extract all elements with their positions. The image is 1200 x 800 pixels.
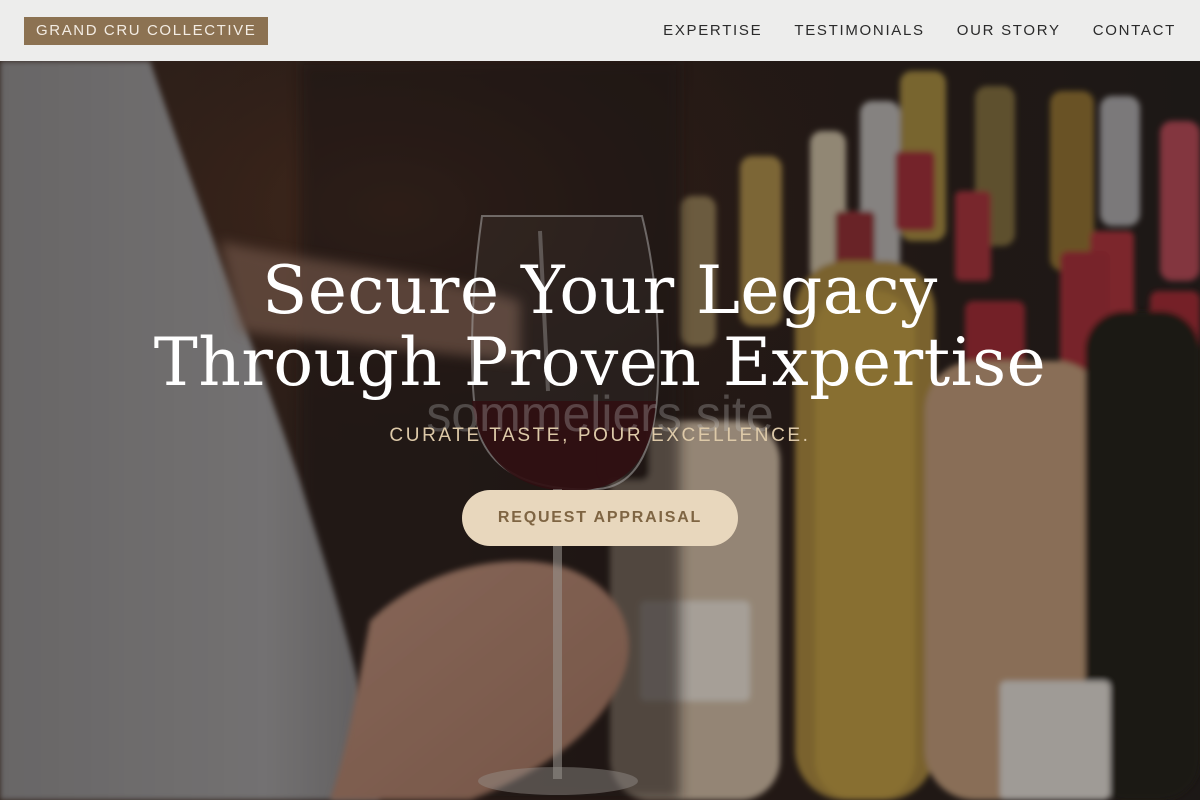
nav-link-testimonials[interactable]: TESTIMONIALS	[794, 21, 924, 41]
top-navbar: GRAND CRU COLLECTIVE EXPERTISE TESTIMONI…	[0, 0, 1200, 61]
request-appraisal-button[interactable]: REQUEST APPRAISAL	[462, 490, 738, 546]
nav-link-our-story[interactable]: OUR STORY	[957, 21, 1061, 41]
hero-tagline: CURATE TASTE, POUR EXCELLENCE.	[389, 425, 811, 446]
nav-link-expertise[interactable]: EXPERTISE	[663, 21, 762, 41]
nav-link-contact[interactable]: CONTACT	[1093, 21, 1176, 41]
brand-logo[interactable]: GRAND CRU COLLECTIVE	[24, 16, 269, 45]
main-navigation: EXPERTISE TESTIMONIALS OUR STORY CONTACT	[663, 21, 1176, 41]
hero-headline-line-1: Secure Your Legacy	[262, 252, 938, 329]
hero-section: Secure Your Legacy Through Proven Expert…	[0, 61, 1200, 800]
hero-headline: Secure Your Legacy Through Proven Expert…	[0, 255, 1200, 399]
